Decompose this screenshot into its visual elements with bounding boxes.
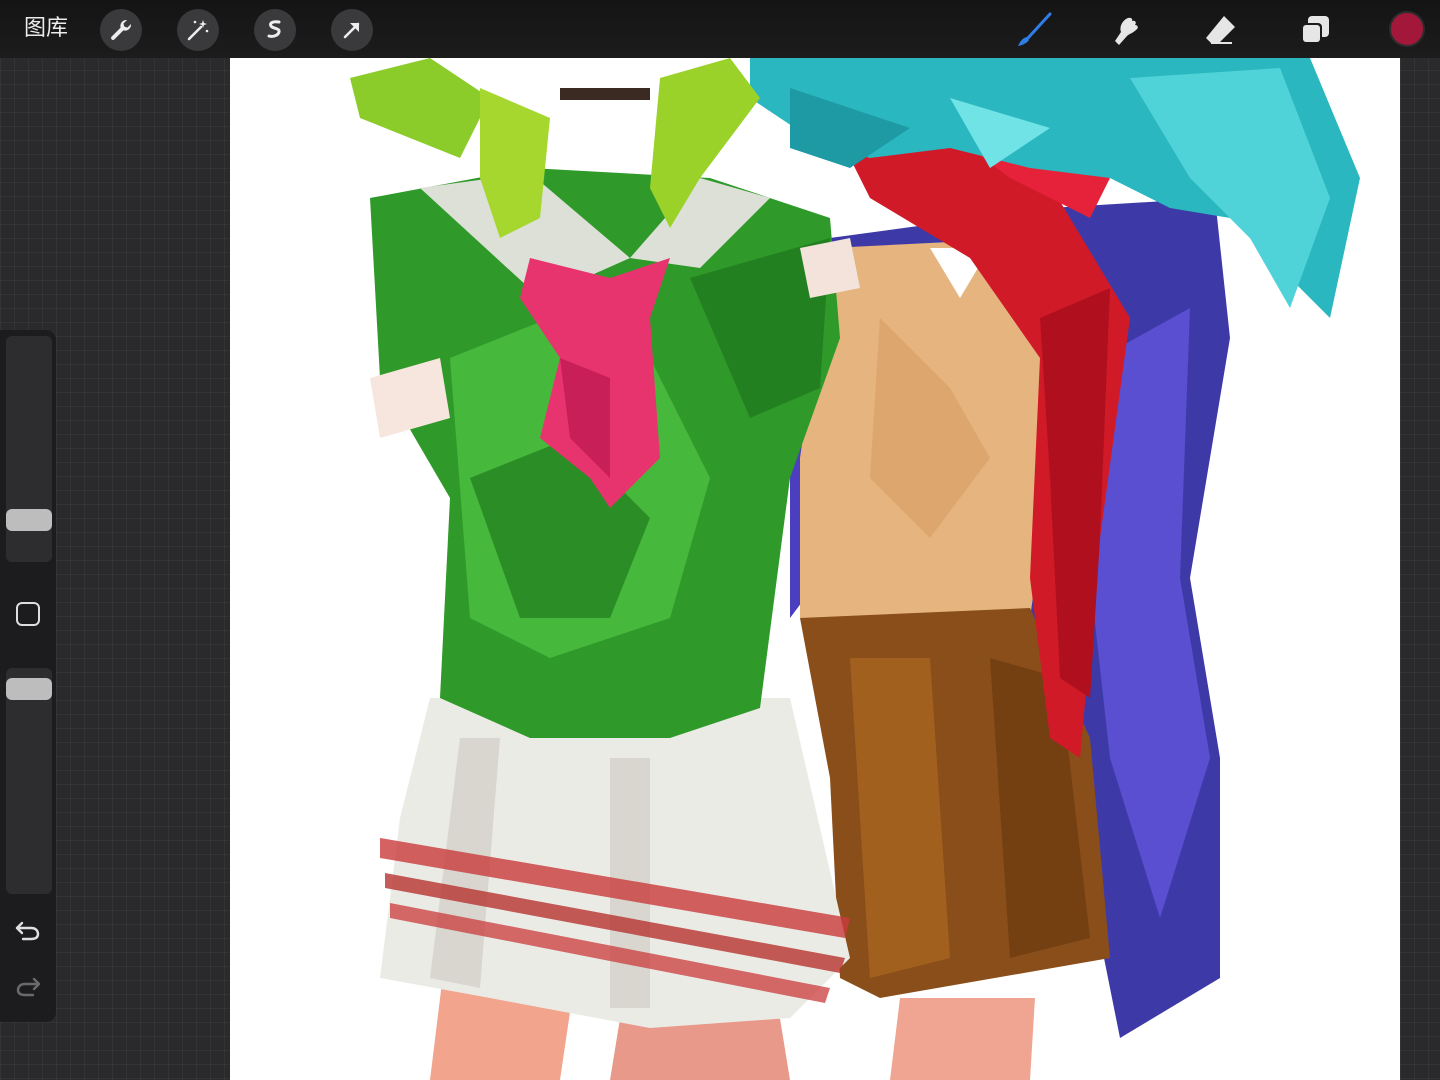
redo-icon <box>16 977 41 997</box>
magic-wand-icon <box>187 20 209 41</box>
opacity-slider-thumb[interactable] <box>6 678 52 701</box>
brush-size-slider-thumb[interactable] <box>6 509 52 532</box>
color-picker-swatch[interactable] <box>1389 11 1425 47</box>
selection-icon <box>267 20 281 38</box>
smudge-tool-button[interactable] <box>1107 10 1147 50</box>
layers-icon <box>1301 16 1329 44</box>
watermark <box>1398 1044 1428 1068</box>
selection-button[interactable] <box>254 9 296 51</box>
smudge-icon <box>1115 17 1138 45</box>
undo-button[interactable] <box>12 915 44 947</box>
eraser-icon <box>1206 16 1235 44</box>
wrench-icon <box>111 19 132 40</box>
brush-icon <box>1018 12 1052 46</box>
modifier-button[interactable] <box>16 602 40 626</box>
transform-arrow-icon <box>343 22 360 39</box>
undo-icon <box>15 921 40 941</box>
actions-button[interactable] <box>100 9 142 51</box>
gallery-button[interactable]: 图库 <box>24 14 68 44</box>
layers-button[interactable] <box>1295 10 1335 50</box>
opacity-slider[interactable] <box>6 668 52 894</box>
transform-button[interactable] <box>331 9 373 51</box>
adjustments-button[interactable] <box>177 9 219 51</box>
left-sidebar <box>0 330 56 1022</box>
top-toolbar: 图库 <box>0 0 1440 58</box>
brush-tool-button[interactable] <box>1014 10 1054 50</box>
drawing-canvas[interactable] <box>230 58 1400 1080</box>
artwork-illustration <box>350 58 1360 1080</box>
eraser-tool-button[interactable] <box>1200 10 1240 50</box>
redo-button[interactable] <box>12 971 44 1003</box>
